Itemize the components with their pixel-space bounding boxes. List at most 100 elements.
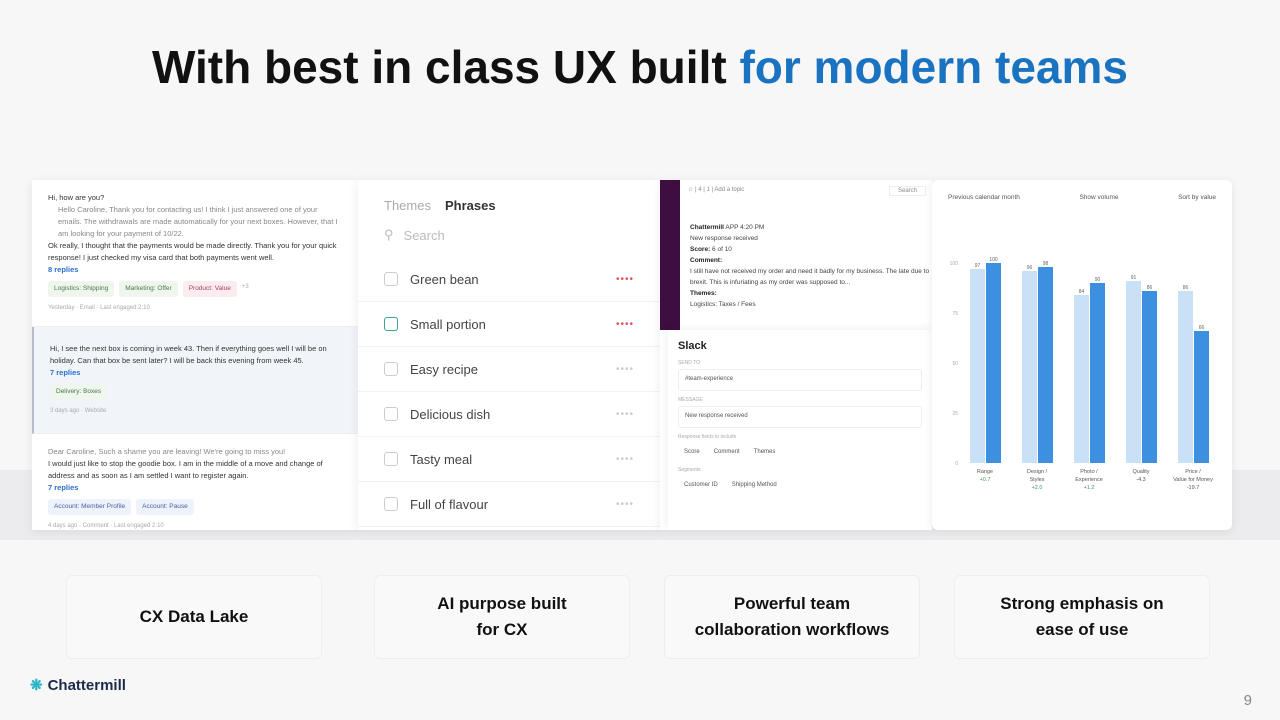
phrase-label: Small portion [410,316,486,332]
data-label: 66 [1199,325,1205,331]
phrase-label: Full of flavour [410,496,489,512]
sort-dropdown[interactable]: Sort by value [1178,194,1216,201]
feature-card: Strong emphasis on ease of use [954,575,1210,659]
segment-chip[interactable]: Shipping Method [732,482,777,488]
tag[interactable]: Marketing: Offer [119,281,178,297]
sentiment-dots: •••• [615,363,634,375]
phrase-item[interactable]: Green bean •••• [358,257,660,302]
slide-title: With best in class UX built for modern t… [152,41,1128,93]
data-label: 96 [1027,265,1033,271]
phrases-panel: Themes Phrases ⚲ Search Green bean •••• Smal… [358,180,660,530]
tag[interactable]: Account: Member Profile [48,499,132,515]
conversation-item[interactable]: Dear Caroline, Such a shame you are leav… [32,434,358,530]
bar [1022,271,1037,463]
data-label: 91 [1131,275,1137,281]
checkbox[interactable] [384,497,398,511]
data-label: 86 [1147,285,1153,291]
field-chip[interactable]: Themes [754,449,776,455]
feature-card: CX Data Lake [66,575,322,659]
checkbox[interactable] [384,452,398,466]
delta-label: -19.7 [1187,485,1200,491]
data-label: 90 [1095,277,1101,283]
x-tick-label: Photo / [1080,469,1098,475]
phrase-item[interactable]: Full of flavour •••• [358,482,660,527]
bar-chart: 0 25 50 75 100 97 100 Range +0.7 96 98 Design / Styl… [950,257,1213,491]
slack-panel: ☆ | 4 | 1 | Add a topic Search Chattermil… [660,180,932,530]
sentiment-dots: •••• [615,453,634,465]
checkbox[interactable] [384,317,398,331]
data-label: 86 [1183,285,1189,291]
feature-card: Powerful team collaboration workflows [664,575,920,659]
slack-sidebar [660,180,680,330]
feature-card: AI purpose built for CX [374,575,630,659]
checkbox[interactable] [384,362,398,376]
page-number: 9 [1243,692,1252,709]
message-field[interactable]: New response received [678,406,922,428]
phrase-label: Green bean [410,271,479,287]
y-tick-label: 0 [955,461,958,467]
data-label: 100 [989,257,998,263]
bar [1074,295,1089,463]
tag[interactable]: Delivery: Boxes [50,384,108,400]
period-dropdown[interactable]: Previous calendar month [948,194,1020,201]
bar [986,263,1001,463]
y-tick-label: 25 [952,411,958,417]
bar [1126,281,1141,463]
tag[interactable]: Logistics: Shipping [48,281,115,297]
phrase-label: Easy recipe [410,361,478,377]
delta-label: +2.0 [1032,485,1043,491]
phrase-item[interactable]: Easy recipe •••• [358,347,660,392]
replies-link[interactable]: 7 replies [50,367,342,379]
conversation-item[interactable]: Hi, how are you? Hello Caroline, Thank y… [32,180,358,327]
sentiment-dots: •••• [615,498,634,510]
conversation-item[interactable]: Hi, I see the next box is coming in week… [32,327,358,434]
tag[interactable]: Account: Pause [136,499,194,515]
phrase-label: Tasty meal [410,451,473,467]
title-accent: for modern teams [739,41,1128,93]
sentiment-dots: •••• [615,273,634,285]
bar [1038,267,1053,463]
bar [1090,283,1105,463]
send-to-field[interactable]: #team-experience [678,369,922,391]
phrase-item[interactable]: Delicious dish •••• [358,392,660,437]
phrase-item[interactable]: Small portion •••• [358,302,660,347]
tab-themes[interactable]: Themes [384,198,431,213]
delta-label: -4.3 [1136,477,1145,483]
data-label: 98 [1043,261,1049,267]
segment-chip[interactable]: Customer ID [684,482,718,488]
checkbox[interactable] [384,272,398,286]
field-chip[interactable]: Score [684,449,700,455]
field-chip[interactable]: Comment [714,449,740,455]
delta-label: +1.2 [1084,485,1095,491]
replies-link[interactable]: 8 replies [48,264,342,276]
bar [1142,291,1157,463]
replies-link[interactable]: 7 replies [48,482,342,494]
sentiment-dots: •••• [615,408,634,420]
show-volume-checkbox[interactable]: Show volume [1079,194,1118,201]
x-tick-label: Design / [1027,469,1048,475]
y-tick-label: 100 [950,261,959,267]
x-tick-label: Styles [1030,477,1045,483]
checkbox[interactable] [384,407,398,421]
chattermill-logo: ❋ Chattermill [30,676,126,695]
sentiment-dots: •••• [615,318,634,330]
phrase-item[interactable]: Tasty meal •••• [358,437,660,482]
bar [1194,331,1209,463]
slack-search[interactable]: Search [888,186,926,196]
y-tick-label: 75 [952,311,958,317]
tab-phrases[interactable]: Phrases [445,198,496,213]
chart-panel: Previous calendar month Show volume Sort b… [932,180,1232,530]
logo-icon: ❋ [30,677,43,694]
x-tick-label: Price / [1185,469,1201,475]
tag[interactable]: Product: Value [182,281,237,297]
delta-label: +0.7 [980,477,991,483]
x-tick-label: Value for Money [1173,477,1213,483]
bar [1178,291,1193,463]
phrase-label: Delicious dish [410,406,491,422]
data-label: 97 [975,263,981,269]
y-tick-label: 50 [952,361,958,367]
data-label: 84 [1079,289,1085,295]
search-input[interactable]: ⚲ Search [384,227,634,243]
conversation-panel: Hi, how are you? Hello Caroline, Thank y… [32,180,358,530]
slack-integration-card: Slack SEND TO #team-experience MESSAGE N… [668,330,932,530]
